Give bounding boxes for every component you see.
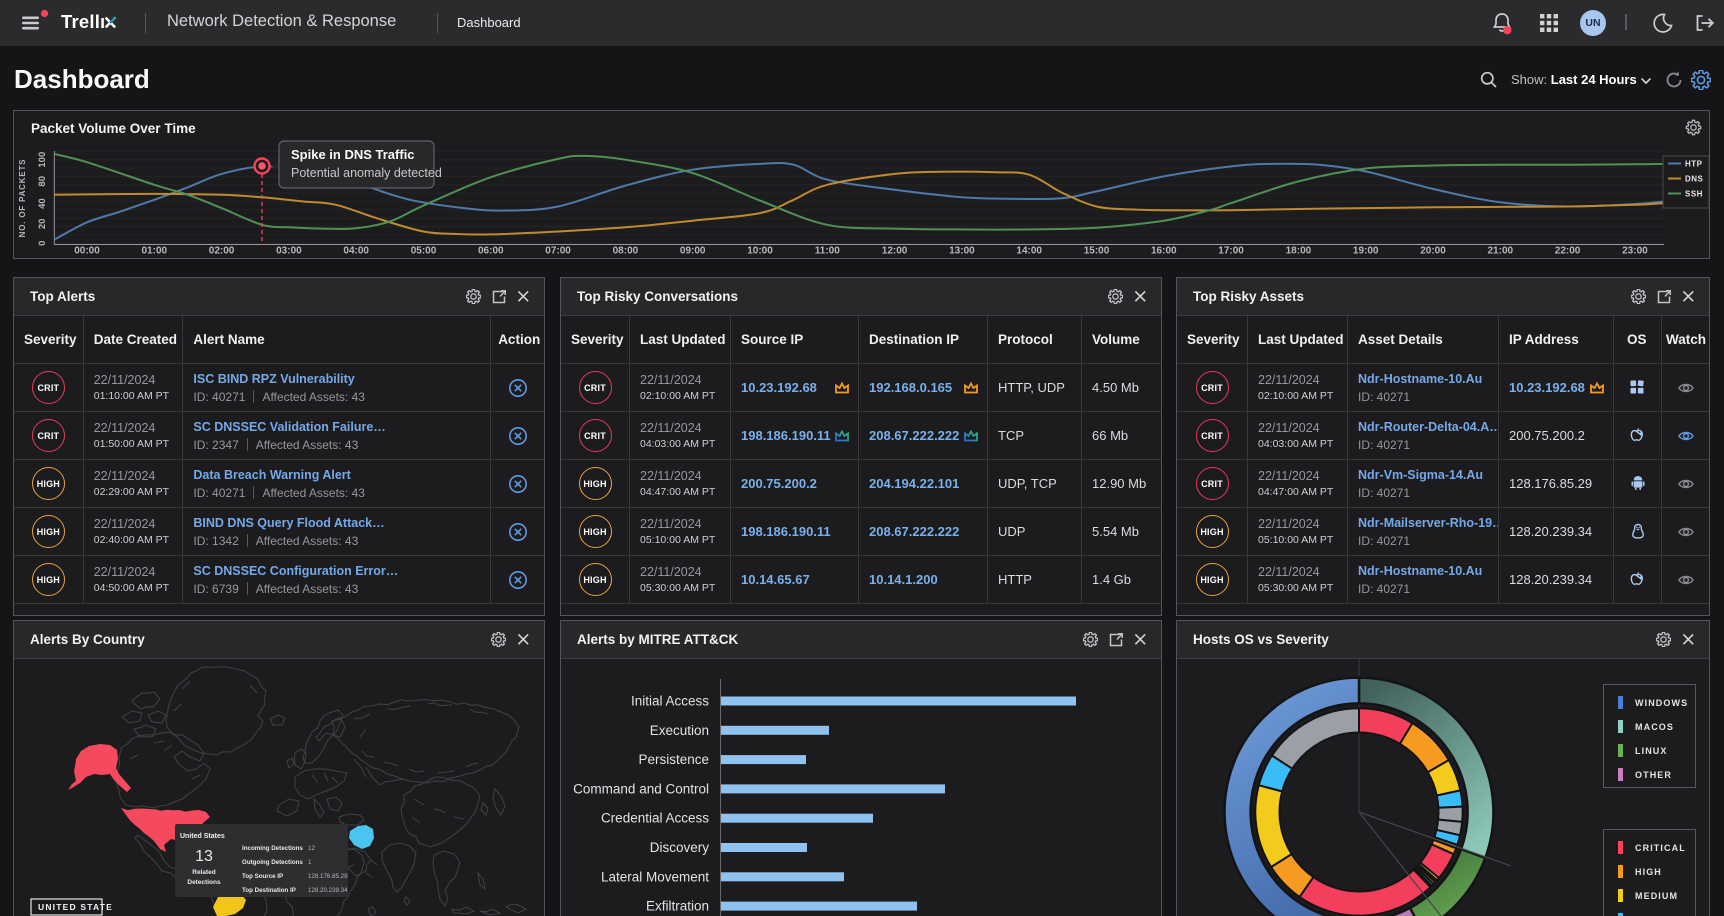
svg-text:23:00: 23:00: [1622, 246, 1648, 257]
svg-text:Top Destination IP: Top Destination IP: [242, 887, 296, 894]
svg-text:NO. OF PACKETS: NO. OF PACKETS: [18, 159, 27, 238]
svg-text:14:00: 14:00: [1016, 246, 1042, 257]
svg-text:12:00: 12:00: [882, 246, 908, 257]
svg-text:07:00: 07:00: [545, 246, 571, 257]
svg-text:08:00: 08:00: [613, 246, 639, 257]
svg-text:19:00: 19:00: [1353, 246, 1379, 257]
svg-text:01:00: 01:00: [142, 246, 168, 257]
svg-text:21:00: 21:00: [1488, 246, 1514, 257]
svg-text:Outgoing Detections: Outgoing Detections: [242, 859, 303, 866]
svg-text:05:00: 05:00: [411, 246, 437, 257]
svg-text:20: 20: [37, 219, 48, 230]
svg-text:128.176.85.29: 128.176.85.29: [308, 873, 348, 880]
svg-text:Execution: Execution: [650, 723, 709, 738]
svg-text:Initial Access: Initial Access: [631, 694, 709, 709]
svg-text:100: 100: [37, 152, 48, 168]
svg-text:13: 13: [195, 848, 213, 865]
svg-text:Packet Volume Over Time: Packet Volume Over Time: [31, 121, 196, 136]
svg-text:20:00: 20:00: [1420, 246, 1446, 257]
svg-text:HTP: HTP: [1685, 160, 1703, 169]
svg-text:11:00: 11:00: [815, 246, 840, 257]
svg-text:02:00: 02:00: [209, 246, 235, 257]
svg-text:Incoming Detections: Incoming Detections: [242, 845, 303, 852]
svg-text:Related: Related: [192, 869, 216, 876]
svg-text:128.20.239.34: 128.20.239.34: [308, 887, 348, 894]
svg-text:15:00: 15:00: [1084, 246, 1110, 257]
svg-text:10:00: 10:00: [747, 246, 773, 257]
svg-text:12: 12: [308, 845, 315, 852]
svg-text:SSH: SSH: [1685, 190, 1703, 199]
svg-text:00:00: 00:00: [74, 246, 100, 257]
svg-text:UNITED STATE: UNITED STATE: [38, 902, 113, 912]
svg-text:03:00: 03:00: [276, 246, 302, 257]
svg-text:Spike in DNS Traffic: Spike in DNS Traffic: [291, 147, 415, 162]
svg-text:Lateral Movement: Lateral Movement: [601, 869, 709, 884]
svg-text:Detections: Detections: [187, 879, 221, 886]
svg-text:09:00: 09:00: [680, 246, 706, 257]
svg-text:Top Source IP: Top Source IP: [242, 873, 283, 880]
svg-text:16:00: 16:00: [1151, 246, 1177, 257]
svg-text:06:00: 06:00: [478, 246, 504, 257]
svg-text:Command and Control: Command and Control: [573, 781, 709, 796]
svg-text:80: 80: [37, 176, 48, 187]
svg-text:13:00: 13:00: [949, 246, 975, 257]
svg-text:Potential anomaly detected: Potential anomaly detected: [291, 166, 442, 180]
svg-text:United States: United States: [180, 833, 225, 840]
svg-text:1: 1: [308, 859, 312, 866]
svg-text:DNS: DNS: [1685, 175, 1704, 184]
svg-text:Exfiltration: Exfiltration: [646, 899, 709, 914]
svg-text:18:00: 18:00: [1286, 246, 1312, 257]
svg-text:22:00: 22:00: [1555, 246, 1581, 257]
svg-text:04:00: 04:00: [343, 246, 369, 257]
svg-text:Discovery: Discovery: [650, 840, 710, 855]
svg-text:Persistence: Persistence: [638, 752, 709, 767]
svg-text:40: 40: [37, 198, 48, 209]
svg-text:17:00: 17:00: [1218, 246, 1244, 257]
svg-text:Credential Access: Credential Access: [601, 811, 709, 826]
svg-text:0: 0: [37, 241, 48, 246]
